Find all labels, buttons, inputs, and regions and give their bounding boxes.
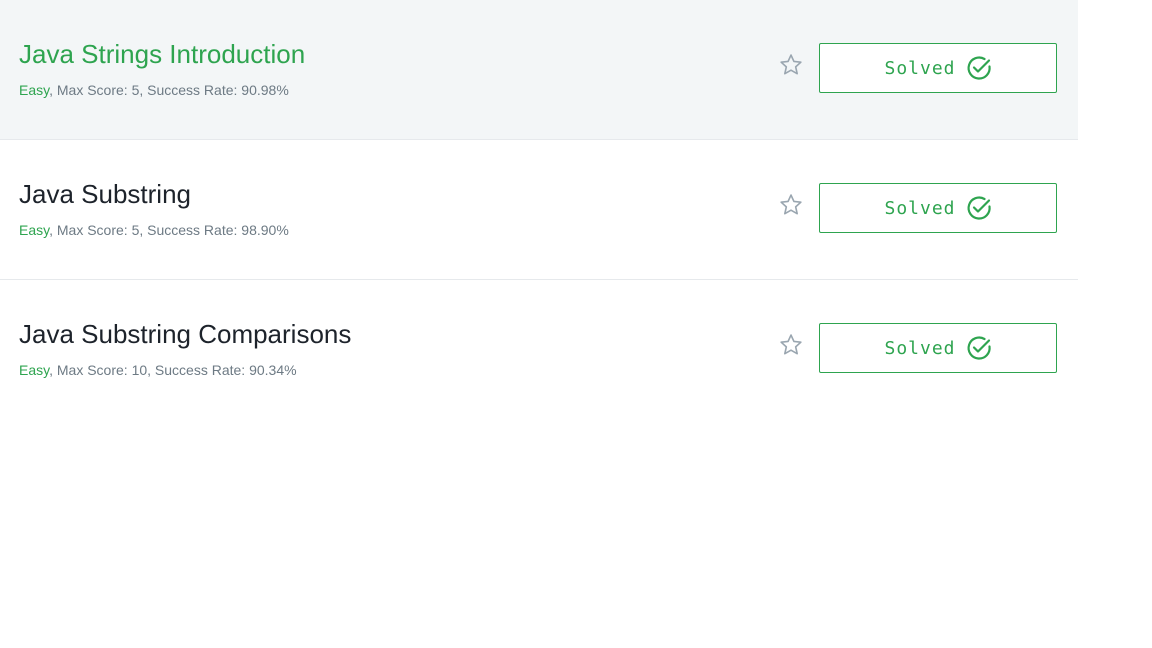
- challenge-title[interactable]: Java Substring Comparisons: [19, 317, 351, 351]
- check-circle-icon: [967, 56, 991, 80]
- difficulty-label: Easy: [19, 82, 50, 98]
- challenge-details: , Max Score: 5, Success Rate: 90.98%: [49, 82, 289, 98]
- challenge-row[interactable]: Java Substring Easy, Max Score: 5, Succe…: [0, 140, 1078, 280]
- star-outline-icon[interactable]: [778, 192, 804, 218]
- check-circle-icon: [967, 196, 991, 220]
- star-outline-icon[interactable]: [778, 332, 804, 358]
- solved-label: Solved: [884, 337, 956, 359]
- solved-label: Solved: [884, 197, 956, 219]
- solved-label: Solved: [884, 57, 956, 79]
- solved-button[interactable]: Solved: [819, 183, 1057, 233]
- solved-button[interactable]: Solved: [819, 43, 1057, 93]
- challenge-title[interactable]: Java Strings Introduction: [19, 37, 305, 71]
- difficulty-label: Easy: [19, 222, 50, 238]
- challenge-details: , Max Score: 5, Success Rate: 98.90%: [49, 222, 289, 238]
- challenge-list: Java Strings Introduction Easy, Max Scor…: [0, 0, 1078, 420]
- star-outline-icon[interactable]: [778, 52, 804, 78]
- challenge-meta: Easy, Max Score: 5, Success Rate: 98.90%: [19, 220, 289, 240]
- challenge-title[interactable]: Java Substring: [19, 177, 191, 211]
- challenge-row[interactable]: Java Strings Introduction Easy, Max Scor…: [0, 0, 1078, 140]
- challenge-meta: Easy, Max Score: 5, Success Rate: 90.98%: [19, 80, 289, 100]
- challenge-row[interactable]: Java Substring Comparisons Easy, Max Sco…: [0, 280, 1078, 420]
- solved-button[interactable]: Solved: [819, 323, 1057, 373]
- challenge-meta: Easy, Max Score: 10, Success Rate: 90.34…: [19, 360, 297, 380]
- challenge-details: , Max Score: 10, Success Rate: 90.34%: [49, 362, 297, 378]
- check-circle-icon: [967, 336, 991, 360]
- difficulty-label: Easy: [19, 362, 50, 378]
